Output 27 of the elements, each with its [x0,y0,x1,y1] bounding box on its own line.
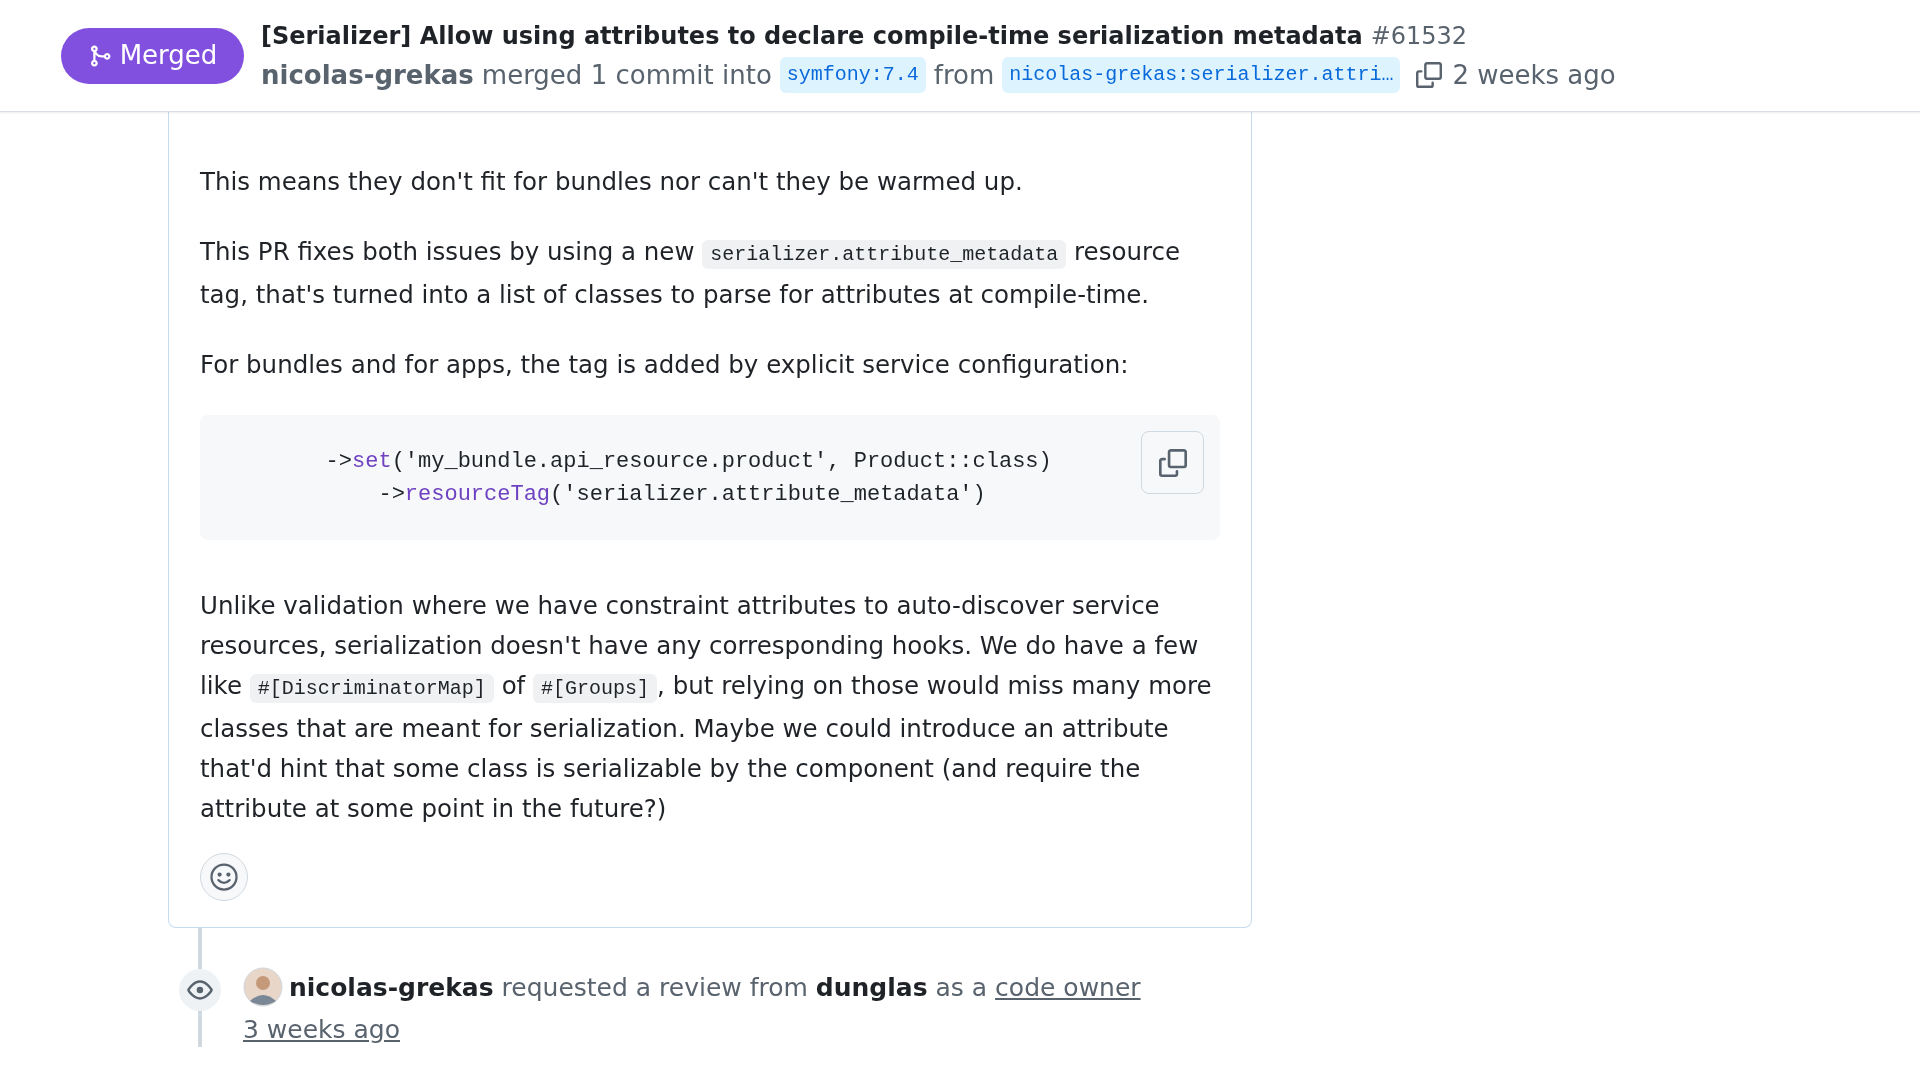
comment-paragraph: Unlike validation where we have constraint attributes to auto-discover service resources, serialization doesn't have any corresponding hooks. We do have a few like #[DiscriminatorMap] of #[Groups] , but relying on those would miss many more classes that are meant for serialization. Maybe we could introduce an attribute that'd hint that some class is serializable by the component (and require the attribute at some point in the future?) [200,590,1213,825]
add-reaction-button[interactable] [200,853,248,901]
comment-paragraph: For bundles and for apps, the tag is added by explicit service configuration: [200,349,1130,381]
from-text: from [933,58,995,92]
author-link[interactable]: nicolas-grekas [261,56,474,93]
event-time-link[interactable]: 3 weeks ago [243,1015,400,1044]
avatar-icon [243,967,283,1007]
pull-request-number: #61532 [1370,20,1468,52]
copy-icon [1416,61,1443,88]
branch-label[interactable]: nicolas-grekas:serializer.attri… [1002,56,1401,93]
copy-branch-button[interactable] [1414,59,1445,90]
merge-description: merged 1 commit into [481,58,772,92]
comment-paragraph: This PR fixes both issues by using a new serializer.attribute_metadata resource tag, that's turned into a list of classes to parse for attributes at compile-time. [200,236,1182,311]
pull-request-title: [Serializer] Allow using attributes to declare compile-time serialization metadata [261,20,1363,52]
copy-icon [1158,448,1187,477]
eye-icon [187,977,213,1003]
smiley-icon [209,862,239,892]
reviewer-link[interactable]: dunglas [815,973,928,1002]
comment-paragraph: This means they don't fit for bundles nor can't they be warmed up. [200,166,1024,198]
code-line: ->set('my_bundle.api_resource.product', Product::class) [324,447,1052,476]
code-owner-link[interactable]: code owner [995,973,1141,1002]
code-line: ->resourceTag('serializer.attribute_metadata') [377,480,986,509]
actor-link[interactable]: nicolas-grekas [289,973,494,1002]
copy-code-button[interactable] [1141,431,1204,494]
merge-time: 2 weeks ago [1452,58,1616,92]
branch-label[interactable]: symfony:7.4 [779,56,926,93]
merged-status-badge: Merged [61,27,244,84]
